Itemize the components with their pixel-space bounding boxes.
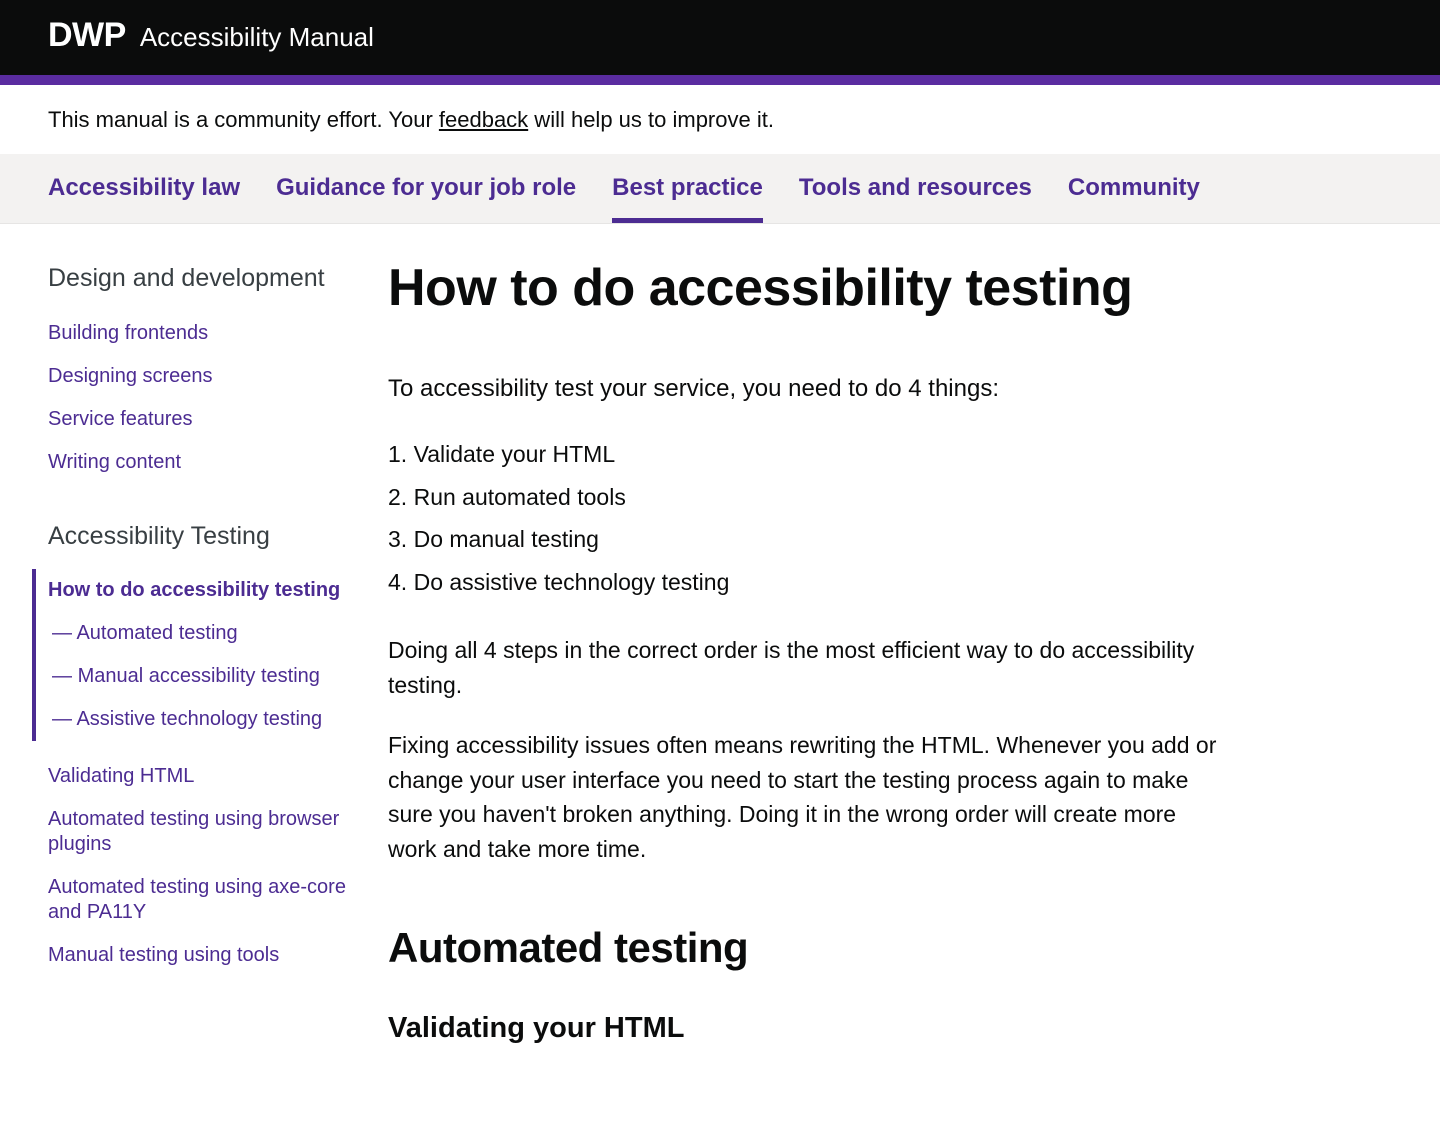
sidebar-item-service-features[interactable]: Service features	[48, 398, 348, 441]
sidebar-item-how-to-test[interactable]: How to do accessibility testing	[48, 569, 348, 612]
sidebar-heading: Design and development	[48, 260, 348, 298]
sidebar-item-writing-content[interactable]: Writing content	[48, 441, 348, 484]
step-1: Validate your HTML	[388, 433, 1218, 476]
sidebar: Design and development Building frontend…	[48, 260, 348, 1067]
sidebar-active-block: How to do accessibility testing Automate…	[32, 569, 348, 741]
sidebar-group-design-dev: Design and development Building frontend…	[48, 260, 348, 484]
sidebar-item-designing-screens[interactable]: Designing screens	[48, 355, 348, 398]
sidebar-item-browser-plugins[interactable]: Automated testing using browser plugins	[48, 798, 348, 866]
sidebar-item-validating-html[interactable]: Validating HTML	[48, 755, 348, 798]
sidebar-item-axe-pa11y[interactable]: Automated testing using axe-core and PA1…	[48, 866, 348, 934]
nav-community[interactable]: Community	[1068, 154, 1200, 223]
nav-best-practice[interactable]: Best practice	[612, 154, 763, 223]
step-2: Run automated tools	[388, 476, 1218, 519]
feedback-notice: This manual is a community effort. Your …	[0, 85, 1440, 154]
feedback-link[interactable]: feedback	[439, 107, 528, 132]
steps-list: Validate your HTML Run automated tools D…	[388, 433, 1218, 603]
nav-guidance-job-role[interactable]: Guidance for your job role	[276, 154, 576, 223]
sidebar-sub-assistive-tech[interactable]: Assistive technology testing	[48, 698, 348, 741]
intro-paragraph: To accessibility test your service, you …	[388, 371, 1218, 407]
nav-accessibility-law[interactable]: Accessibility law	[48, 154, 240, 223]
step-4: Do assistive technology testing	[388, 561, 1218, 604]
section-automated-testing: Automated testing	[388, 916, 1218, 979]
step-3: Do manual testing	[388, 518, 1218, 561]
paragraph-fixing: Fixing accessibility issues often means …	[388, 728, 1218, 866]
sidebar-sub-manual-testing[interactable]: Manual accessibility testing	[48, 655, 348, 698]
paragraph-order: Doing all 4 steps in the correct order i…	[388, 633, 1218, 702]
sidebar-sub-automated-testing[interactable]: Automated testing	[48, 612, 348, 655]
primary-nav: Accessibility law Guidance for your job …	[0, 154, 1440, 224]
notice-text-after: will help us to improve it.	[528, 107, 774, 132]
main-content: How to do accessibility testing To acces…	[388, 260, 1218, 1067]
page-title: How to do accessibility testing	[388, 260, 1218, 317]
subsection-validating-html: Validating your HTML	[388, 1007, 1218, 1051]
site-title[interactable]: Accessibility Manual	[140, 18, 374, 57]
sidebar-heading: Accessibility Testing	[48, 518, 348, 556]
sidebar-item-manual-tools[interactable]: Manual testing using tools	[48, 934, 348, 977]
sidebar-item-building-frontends[interactable]: Building frontends	[48, 312, 348, 355]
site-header: DWP Accessibility Manual	[0, 0, 1440, 85]
notice-text-before: This manual is a community effort. Your	[48, 107, 439, 132]
site-logo[interactable]: DWP	[48, 10, 126, 61]
nav-tools-resources[interactable]: Tools and resources	[799, 154, 1032, 223]
sidebar-group-accessibility-testing: Accessibility Testing How to do accessib…	[48, 518, 348, 978]
